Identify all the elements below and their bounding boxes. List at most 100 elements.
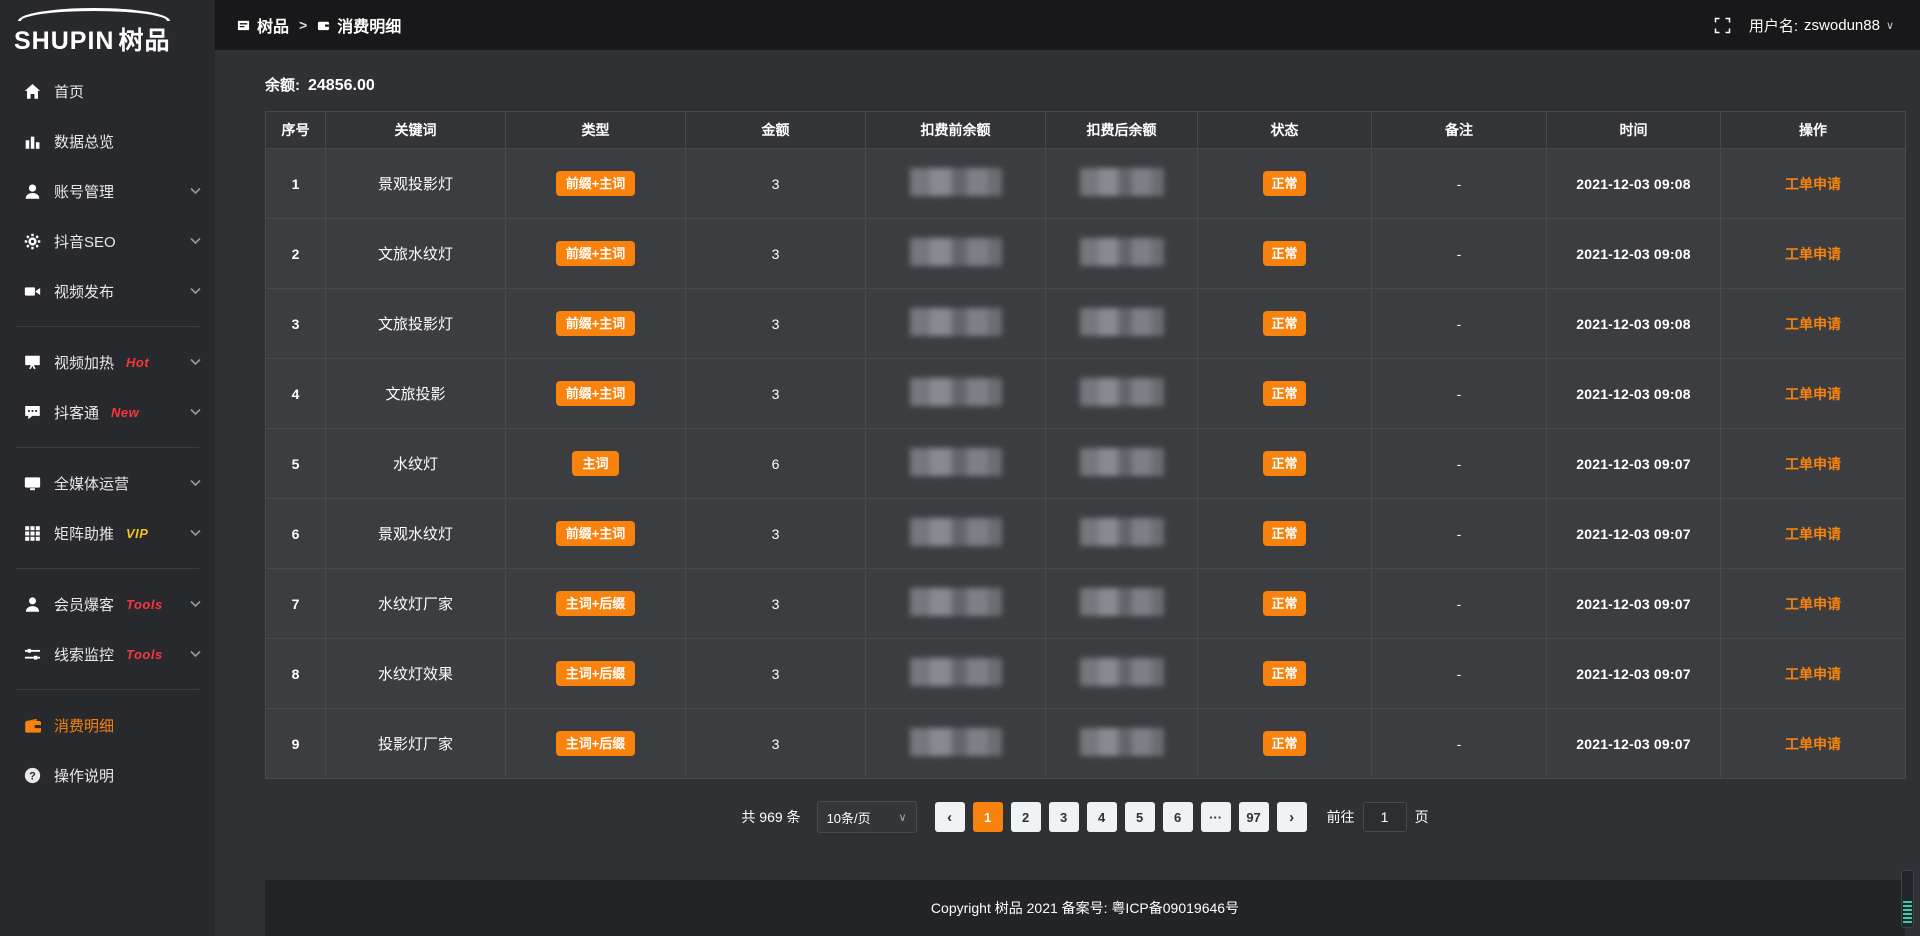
page-button-4[interactable]: 4 (1087, 802, 1117, 832)
cell-amount: 3 (686, 359, 866, 429)
ticket-request-link[interactable]: 工单申请 (1785, 316, 1841, 332)
next-page-button[interactable]: › (1277, 802, 1307, 832)
column-header: 序号 (266, 112, 326, 149)
page-button-3[interactable]: 3 (1049, 802, 1079, 832)
sidebar-item-label: 矩阵助推 (54, 523, 114, 544)
prev-page-button[interactable]: ‹ (935, 802, 965, 832)
sidebar-item-wallet[interactable]: 消费明细 (0, 700, 215, 750)
balance-label: 余额: (265, 77, 300, 94)
breadcrumb-current-label: 消费明细 (337, 13, 401, 37)
sidebar-item-monitor[interactable]: 全媒体运营 (0, 458, 215, 508)
masked-balance-before (910, 448, 1002, 476)
ticket-request-link[interactable]: 工单申请 (1785, 596, 1841, 612)
column-header: 操作 (1721, 112, 1906, 149)
type-badge: 前缀+主词 (556, 171, 636, 196)
masked-balance-before (910, 168, 1002, 196)
sidebar-item-gear[interactable]: 抖音SEO (0, 216, 215, 266)
page-button-97[interactable]: 97 (1239, 802, 1269, 832)
goto-label: 前往 (1327, 807, 1355, 827)
cell-remark: - (1372, 499, 1547, 569)
sidebar-item-label: 视频发布 (54, 281, 114, 302)
cell-time: 2021-12-03 09:08 (1547, 149, 1721, 219)
ticket-request-link[interactable]: 工单申请 (1785, 526, 1841, 542)
page-button-2[interactable]: 2 (1011, 802, 1041, 832)
status-badge: 正常 (1263, 731, 1305, 756)
type-badge: 前缀+主词 (556, 311, 636, 336)
sidebar-item-label: 会员爆客 (54, 594, 114, 615)
cell-amount: 3 (686, 639, 866, 709)
sidebar-item-video-camera[interactable]: 视频发布 (0, 266, 215, 316)
chevron-down-icon (190, 600, 201, 608)
breadcrumb-current[interactable]: 消费明细 (317, 13, 401, 37)
table-row: 5 水纹灯 主词 6 正常 - 2021-12-03 09:07 工单申请 (266, 429, 1906, 499)
type-badge: 前缀+主词 (556, 521, 636, 546)
sidebar-item-home[interactable]: 首页 (0, 66, 215, 116)
sidebar-item-label: 线索监控 (54, 644, 114, 665)
chevron-down-icon (190, 650, 201, 658)
breadcrumb-root[interactable]: 树品 (237, 13, 289, 37)
sidebar-item-screen[interactable]: 视频加热 Hot (0, 337, 215, 387)
user-menu[interactable]: 用户名: zswodun88 ∨ (1749, 15, 1894, 36)
more-pages-button[interactable]: ··· (1201, 802, 1231, 832)
table-header-row: 序号关键词类型金额扣费前余额扣费后余额状态备注时间操作 (266, 112, 1906, 149)
cell-remark: - (1372, 709, 1547, 779)
doc-icon (237, 19, 250, 32)
table-row: 6 景观水纹灯 前缀+主词 3 正常 - 2021-12-03 09:07 工单… (266, 499, 1906, 569)
wallet-icon (317, 19, 330, 32)
ticket-request-link[interactable]: 工单申请 (1785, 386, 1841, 402)
ticket-request-link[interactable]: 工单申请 (1785, 666, 1841, 682)
page-button-6[interactable]: 6 (1163, 802, 1193, 832)
username-label: 用户名: (1749, 15, 1798, 36)
masked-balance-after (1080, 588, 1164, 616)
sidebar-divider (16, 447, 199, 448)
fullscreen-icon[interactable] (1714, 17, 1731, 34)
cell-amount: 3 (686, 289, 866, 359)
column-header: 类型 (506, 112, 686, 149)
type-badge: 主词 (572, 451, 618, 476)
question-icon: ? (24, 767, 41, 784)
ticket-request-link[interactable]: 工单申请 (1785, 456, 1841, 472)
status-badge: 正常 (1263, 381, 1305, 406)
grid-icon (24, 525, 41, 542)
cell-keyword: 水纹灯厂家 (326, 569, 506, 639)
cell-index: 7 (266, 569, 326, 639)
sidebar-item-label: 视频加热 (54, 352, 114, 373)
sidebar-item-bar-chart[interactable]: 数据总览 (0, 116, 215, 166)
ticket-request-link[interactable]: 工单申请 (1785, 176, 1841, 192)
type-badge: 主词+后缀 (556, 661, 636, 686)
page-button-5[interactable]: 5 (1125, 802, 1155, 832)
masked-balance-after (1080, 658, 1164, 686)
sidebar-item-member[interactable]: 会员爆客 Tools (0, 579, 215, 629)
video-camera-icon (24, 283, 41, 300)
ticket-request-link[interactable]: 工单申请 (1785, 736, 1841, 752)
wallet-icon (24, 717, 41, 734)
cell-amount: 3 (686, 219, 866, 289)
goto-page-input[interactable] (1363, 802, 1407, 832)
logo-text-en: SHUPIN (14, 27, 114, 55)
sidebar-divider (16, 568, 199, 569)
sidebar-item-label: 首页 (54, 81, 84, 102)
cell-index: 1 (266, 149, 326, 219)
table-row: 7 水纹灯厂家 主词+后缀 3 正常 - 2021-12-03 09:07 工单… (266, 569, 1906, 639)
sidebar-item-grid[interactable]: 矩阵助推 VIP (0, 508, 215, 558)
table-row: 8 水纹灯效果 主词+后缀 3 正常 - 2021-12-03 09:07 工单… (266, 639, 1906, 709)
ticket-request-link[interactable]: 工单申请 (1785, 246, 1841, 262)
page-size-select[interactable]: 10条/页 ∨ (817, 801, 917, 833)
type-badge: 前缀+主词 (556, 241, 636, 266)
monitor-icon (24, 475, 41, 492)
cell-index: 3 (266, 289, 326, 359)
chevron-down-icon (190, 187, 201, 195)
chevron-down-icon: ∨ (899, 811, 907, 824)
mini-scrollbar-widget[interactable] (1901, 870, 1914, 928)
sidebar-item-question[interactable]: ? 操作说明 (0, 750, 215, 800)
cell-remark: - (1372, 359, 1547, 429)
sidebar-item-user[interactable]: 账号管理 (0, 166, 215, 216)
sidebar-item-chat[interactable]: 抖客通 New (0, 387, 215, 437)
cell-remark: - (1372, 639, 1547, 709)
home-icon (24, 83, 41, 100)
sidebar-item-sliders[interactable]: 线索监控 Tools (0, 629, 215, 679)
page-button-1[interactable]: 1 (973, 802, 1003, 832)
column-header: 金额 (686, 112, 866, 149)
sidebar-item-label: 账号管理 (54, 181, 114, 202)
cell-remark: - (1372, 429, 1547, 499)
